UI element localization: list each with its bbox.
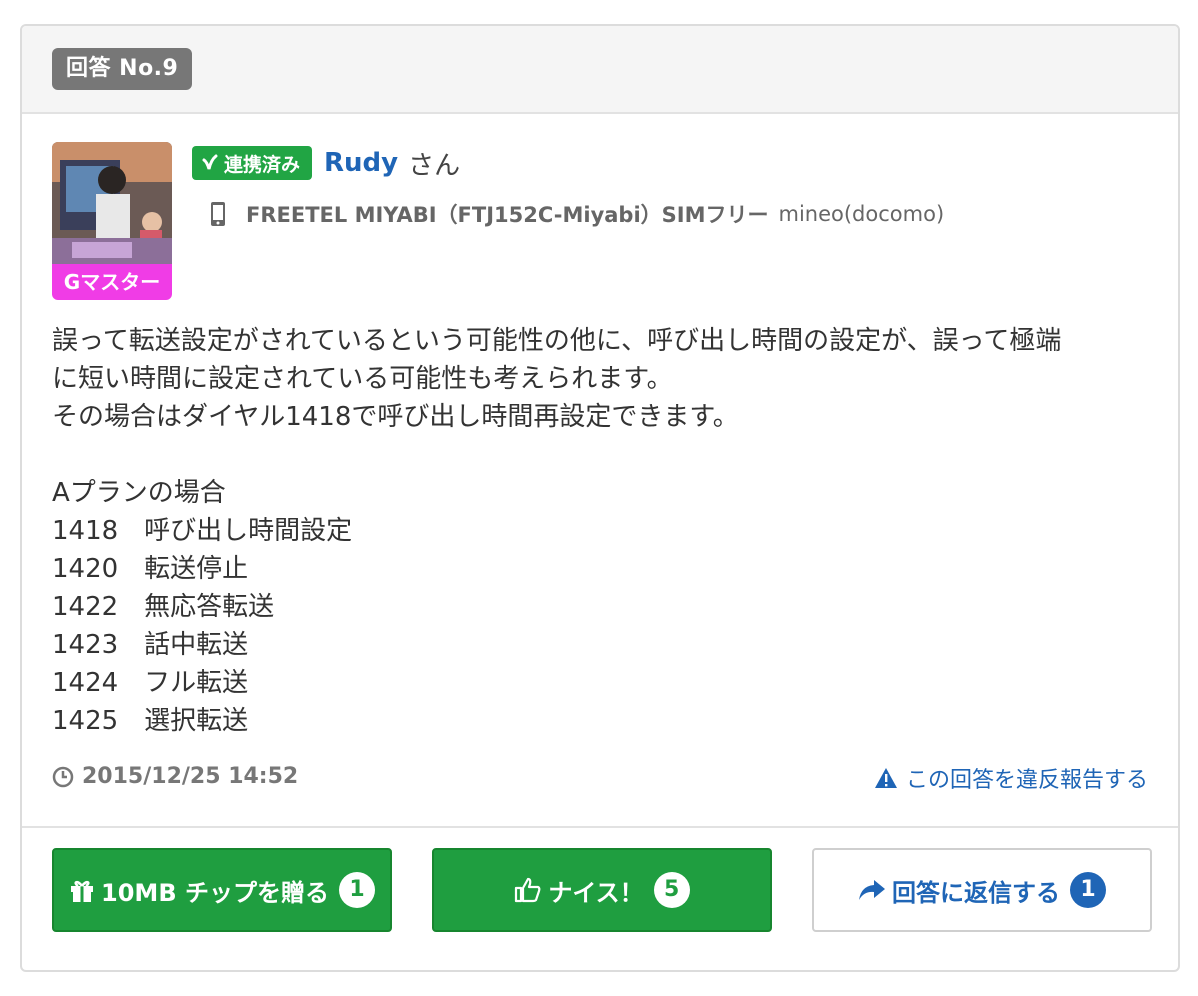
body-line: 1420 転送停止 <box>52 554 249 584</box>
answer-card: 回答 No.9 Gマスター 連携済み Rudy さん FREETEL MIYAB… <box>20 24 1180 972</box>
linked-label: 連携済み <box>224 153 301 176</box>
nice-label: ナイス！ <box>548 878 644 907</box>
avatar-rank-badge: Gマスター <box>52 264 172 300</box>
device-name: FREETEL MIYABI（FTJ152C-Miyabi）SIMフリー <box>246 203 769 227</box>
body-line <box>52 436 1152 474</box>
body-line: Aプランの場合 <box>52 478 226 508</box>
nice-count: 5 <box>653 872 690 908</box>
linked-badge: 連携済み <box>192 146 313 180</box>
answer-number-badge: 回答 No.9 <box>52 48 193 90</box>
post-date: 2015/12/25 14:52 <box>52 764 298 789</box>
body-line: に短い時間に設定されている可能性も考えられます。 <box>52 364 673 394</box>
tip-label: 10MB チップを贈る <box>101 878 329 907</box>
avatar[interactable]: Gマスター <box>52 142 172 300</box>
tip-count: 1 <box>338 872 375 908</box>
clock-icon <box>52 766 74 787</box>
answer-body: 誤って転送設定がされているという可能性の他に、呼び出し時間の設定が、誤って極端 … <box>52 322 1152 740</box>
honorific: さん <box>408 150 461 181</box>
body-line: 1424 フル転送 <box>52 668 249 698</box>
carrier-name: mineo(docomo) <box>778 202 945 226</box>
username-link[interactable]: Rudy <box>324 148 398 178</box>
phone-icon <box>211 202 225 226</box>
post-datetime: 2015/12/25 14:52 <box>82 764 299 789</box>
body-line: 1418 呼び出し時間設定 <box>52 516 353 546</box>
body-line: 1422 無応答転送 <box>52 592 275 622</box>
body-line: 誤って転送設定がされているという可能性の他に、呼び出し時間の設定が、誤って極端 <box>52 326 1062 356</box>
reply-button[interactable]: 回答に返信する 1 <box>812 848 1152 932</box>
thumbs-up-icon <box>515 877 541 903</box>
report-label: この回答を違反報告する <box>905 768 1148 793</box>
report-link[interactable]: この回答を違反報告する <box>874 762 1148 794</box>
card-header: 回答 No.9 <box>22 26 1178 114</box>
gift-icon <box>71 880 94 902</box>
warning-icon <box>874 768 897 788</box>
divider <box>22 826 1178 828</box>
share-arrow-icon <box>859 880 885 900</box>
body-line: その場合はダイヤル1418で呼び出し時間再設定できます。 <box>52 402 739 432</box>
device-line: FREETEL MIYABI（FTJ152C-Miyabi）SIMフリー min… <box>210 196 944 232</box>
reply-label: 回答に返信する <box>892 878 1060 907</box>
mineo-check-icon <box>202 154 218 170</box>
avatar-image <box>52 142 172 264</box>
reply-count: 1 <box>1070 872 1106 908</box>
user-line: 連携済み Rudy さん <box>192 144 460 182</box>
body-line: 1425 選択転送 <box>52 706 249 736</box>
nice-button[interactable]: ナイス！ 5 <box>432 848 772 932</box>
body-line: 1423 話中転送 <box>52 630 249 660</box>
tip-button[interactable]: 10MB チップを贈る 1 <box>52 848 392 932</box>
